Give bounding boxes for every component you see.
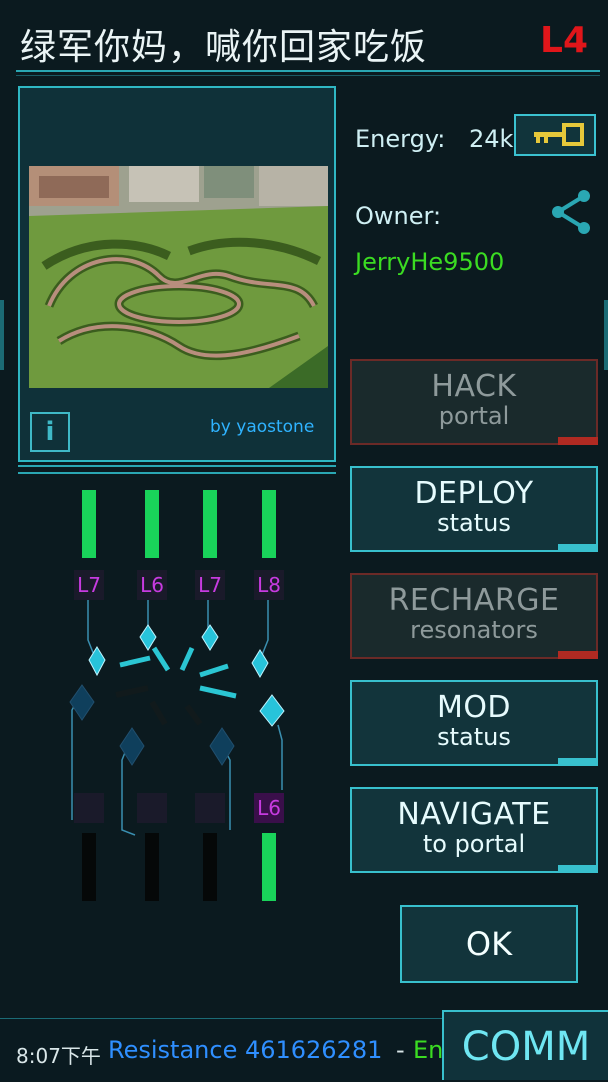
key-icon — [534, 123, 584, 146]
frame-divider — [18, 465, 336, 467]
share-button[interactable] — [548, 188, 596, 240]
owner-name[interactable]: JerryHe9500 — [355, 248, 504, 276]
mod-label: MOD — [436, 690, 512, 725]
resonator-energy-bar — [203, 490, 217, 558]
navigate-label: NAVIGATE — [397, 797, 551, 832]
resonator-energy-bar — [145, 833, 159, 901]
clock-time: 8:07下午 — [16, 1044, 101, 1068]
recharge-sublabel: resonators — [410, 616, 538, 644]
resistance-score: Resistance 461626281 — [108, 1036, 383, 1064]
resonator-level[interactable]: L7 — [74, 570, 104, 600]
portal-level: L4 — [540, 20, 588, 61]
deploy-label: DEPLOY — [414, 476, 534, 511]
header-divider — [16, 75, 600, 76]
resonator-level[interactable] — [74, 793, 104, 823]
recharge-button[interactable]: RECHARGE resonators — [350, 573, 598, 659]
mod-button[interactable]: MOD status — [350, 680, 598, 766]
info-button[interactable]: i — [30, 412, 70, 452]
hack-label: HACK — [431, 369, 517, 404]
resonator-level[interactable] — [137, 793, 167, 823]
navigate-button[interactable]: NAVIGATE to portal — [350, 787, 598, 873]
header-divider — [16, 70, 600, 72]
side-marker — [0, 300, 4, 370]
frame-divider — [18, 472, 336, 474]
energy-value: 24k — [469, 125, 514, 153]
resonator-level[interactable] — [195, 793, 225, 823]
resonator-energy-bar — [82, 833, 96, 901]
hack-button[interactable]: HACK portal — [350, 359, 598, 445]
photo-credit[interactable]: by yaostone — [210, 417, 314, 437]
mod-sublabel: status — [437, 723, 511, 751]
resonator-level[interactable]: L6 — [254, 793, 284, 823]
side-marker — [604, 300, 608, 370]
resonator-level[interactable]: L6 — [137, 570, 167, 600]
portal-photo[interactable] — [29, 166, 328, 388]
button-tab — [558, 651, 598, 659]
resonator-energy-bar — [145, 490, 159, 558]
owner-label: Owner: — [355, 202, 442, 230]
resonator-energy-bar — [262, 833, 276, 901]
button-tab — [558, 437, 598, 445]
portal-title: 绿军你妈，喊你回家吃饭 — [20, 27, 428, 68]
resonator-energy-bar — [82, 490, 96, 558]
share-icon — [552, 190, 590, 234]
resonator-energy-bar — [203, 833, 217, 901]
deploy-sublabel: status — [437, 509, 511, 537]
button-tab — [558, 865, 598, 873]
score-separator: - — [396, 1036, 405, 1064]
deploy-button[interactable]: DEPLOY status — [350, 466, 598, 552]
ok-button[interactable]: OK — [400, 905, 578, 983]
resonator-energy-bar — [262, 490, 276, 558]
resonator-level[interactable]: L7 — [195, 570, 225, 600]
energy-label: Energy: — [355, 125, 446, 153]
hack-sublabel: portal — [438, 402, 510, 430]
key-button[interactable] — [514, 114, 596, 156]
resonator-level[interactable]: L8 — [254, 570, 284, 600]
recharge-label: RECHARGE — [388, 583, 560, 618]
button-tab — [558, 544, 598, 552]
button-tab — [558, 758, 598, 766]
navigate-sublabel: to portal — [422, 830, 526, 858]
comm-button[interactable]: COMM — [442, 1010, 608, 1080]
